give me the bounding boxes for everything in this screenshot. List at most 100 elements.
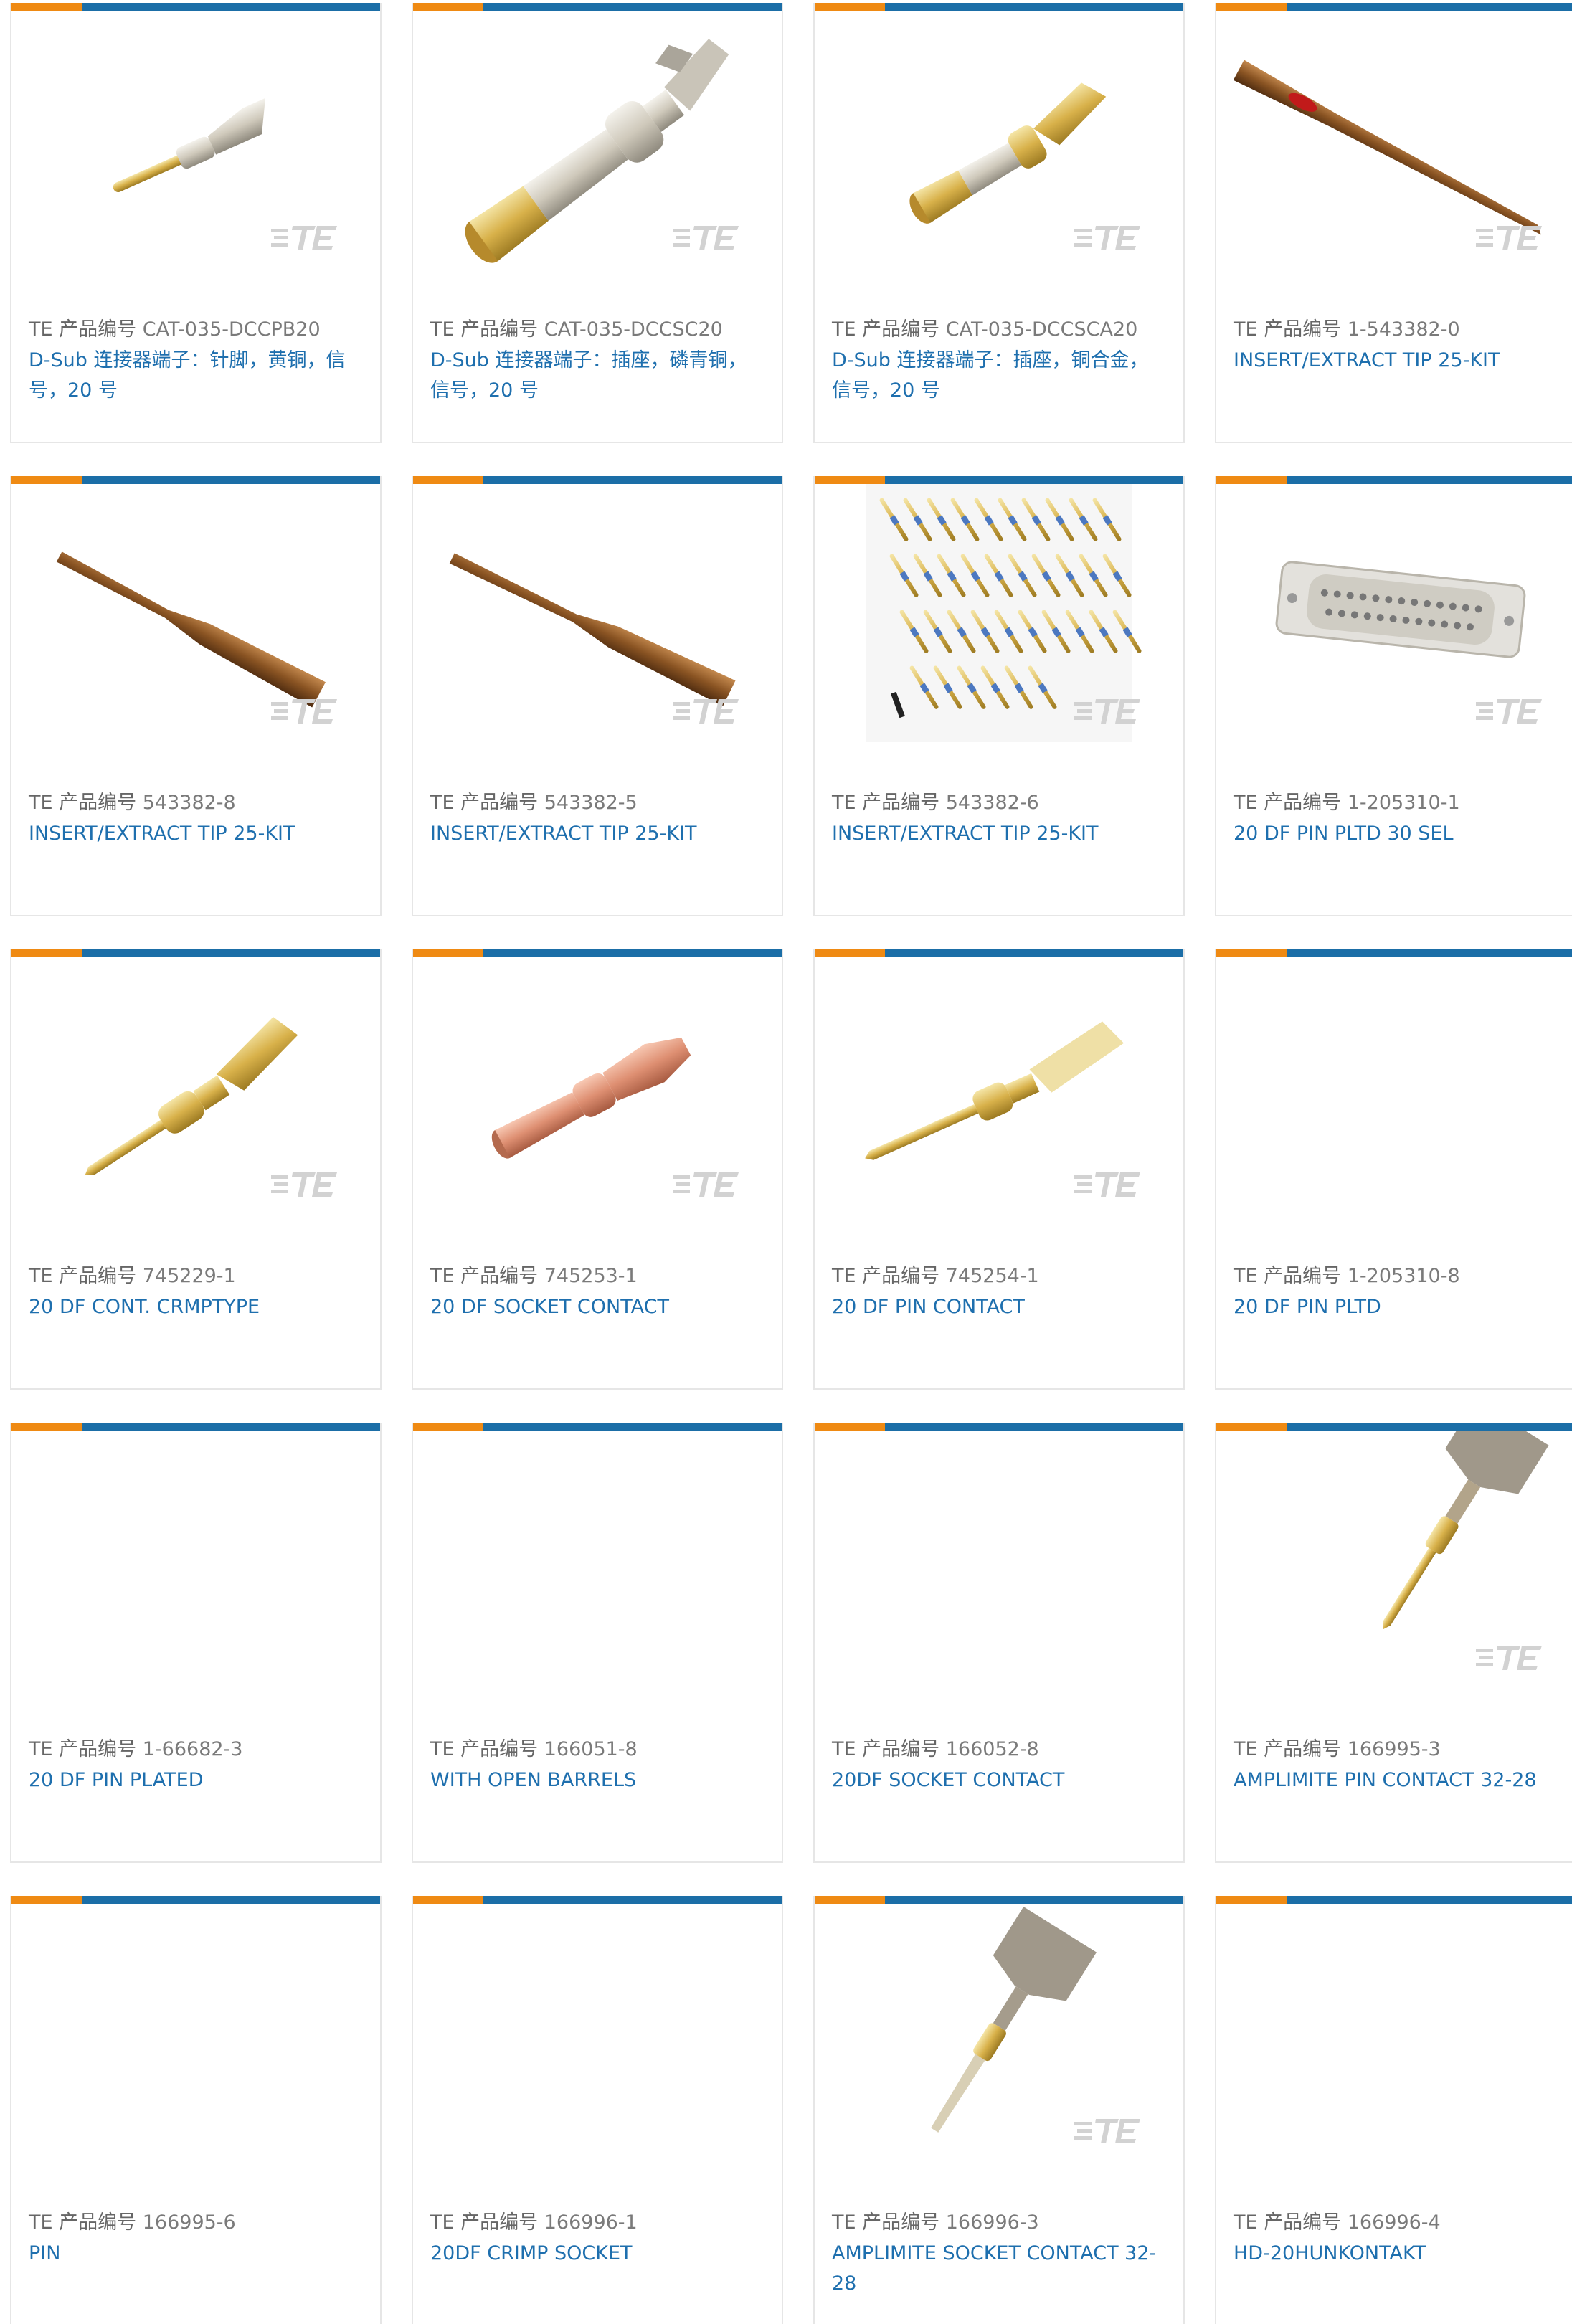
card-accent-orange bbox=[815, 476, 885, 484]
card-accent-bar bbox=[815, 3, 1183, 11]
part-number-line: TE 产品编号 166995-6 bbox=[29, 2209, 360, 2237]
product-description-link[interactable]: D-Sub 连接器端子：插座，铜合金，信号，20 号 bbox=[832, 346, 1163, 406]
product-image[interactable] bbox=[816, 1431, 1183, 1720]
product-card[interactable]: TE 产品编号 543382-8 INSERT/EXTRACT TIP 25-K… bbox=[10, 476, 382, 916]
part-number-line: TE 产品编号 745254-1 bbox=[832, 1262, 1163, 1291]
product-image[interactable] bbox=[1218, 1431, 1572, 1720]
product-card[interactable]: TE 产品编号 1-205310-1 20 DF PIN PLTD 30 SEL bbox=[1215, 476, 1572, 916]
product-image[interactable] bbox=[415, 1431, 782, 1720]
card-accent-bar bbox=[11, 3, 380, 11]
product-description-link[interactable]: INSERT/EXTRACT TIP 25-KIT bbox=[832, 819, 1163, 849]
part-number: 1-543382-0 bbox=[1347, 318, 1460, 341]
card-accent-orange bbox=[815, 1896, 885, 1904]
product-description-link[interactable]: 20 DF PIN CONTACT bbox=[832, 1292, 1163, 1322]
product-card[interactable]: TE 产品编号 543382-5 INSERT/EXTRACT TIP 25-K… bbox=[412, 476, 783, 916]
product-card[interactable]: TE 产品编号 166052-8 20DF SOCKET CONTACT bbox=[813, 1423, 1185, 1863]
product-card[interactable]: TE 产品编号 1-543382-0 INSERT/EXTRACT TIP 25… bbox=[1215, 3, 1572, 443]
card-accent-bar bbox=[413, 1423, 782, 1431]
product-card[interactable]: TE 产品编号 166996-1 20DF CRIMP SOCKET bbox=[412, 1896, 783, 2324]
card-accent-bar bbox=[11, 1896, 380, 1904]
product-card[interactable]: TE 产品编号 745254-1 20 DF PIN CONTACT bbox=[813, 949, 1185, 1390]
part-number: 745253-1 bbox=[544, 1265, 638, 1287]
product-image[interactable] bbox=[13, 957, 380, 1247]
part-number-line: TE 产品编号 1-205310-8 bbox=[1234, 1262, 1568, 1291]
product-card[interactable]: TE 产品编号 1-205310-8 20 DF PIN PLTD bbox=[1215, 949, 1572, 1390]
part-number: CAT-035-DCCSC20 bbox=[544, 318, 723, 341]
product-image[interactable] bbox=[816, 11, 1183, 300]
product-description-link[interactable]: INSERT/EXTRACT TIP 25-KIT bbox=[29, 819, 360, 849]
product-card[interactable]: TE 产品编号 543382-6 INSERT/EXTRACT TIP 25-K… bbox=[813, 476, 1185, 916]
product-description-link[interactable]: HD-20HUNKONTAKT bbox=[1234, 2239, 1568, 2269]
product-description-link[interactable]: AMPLIMITE PIN CONTACT 32-28 bbox=[1234, 1765, 1568, 1796]
card-accent-bar bbox=[815, 476, 1183, 484]
product-description-link[interactable]: 20DF CRIMP SOCKET bbox=[430, 2239, 762, 2269]
card-accent-bar bbox=[11, 1423, 380, 1431]
product-image[interactable] bbox=[816, 484, 1183, 774]
product-card[interactable]: TE 产品编号 166051-8 WITH OPEN BARRELS bbox=[412, 1423, 783, 1863]
product-image[interactable] bbox=[816, 957, 1183, 1247]
product-description-link[interactable]: AMPLIMITE SOCKET CONTACT 32-28 bbox=[832, 2239, 1163, 2299]
product-description-link[interactable]: D-Sub 连接器端子：插座，磷青铜，信号，20 号 bbox=[430, 346, 762, 406]
product-card[interactable]: TE 产品编号 CAT-035-DCCSC20 D-Sub 连接器端子：插座，磷… bbox=[412, 3, 783, 443]
card-accent-orange bbox=[1216, 3, 1287, 11]
card-accent-orange bbox=[815, 949, 885, 957]
part-number-label: TE 产品编号 bbox=[430, 792, 539, 814]
product-description-link[interactable]: 20 DF CONT. CRMPTYPE bbox=[29, 1292, 360, 1322]
product-description-link[interactable]: D-Sub 连接器端子：针脚，黄铜，信号，20 号 bbox=[29, 346, 360, 406]
product-image[interactable] bbox=[13, 1431, 380, 1720]
card-accent-orange bbox=[11, 949, 82, 957]
card-accent-bar bbox=[11, 949, 380, 957]
part-number-label: TE 产品编号 bbox=[832, 318, 940, 341]
part-number: 166995-3 bbox=[1347, 1738, 1441, 1760]
product-card[interactable]: TE 产品编号 1-66682-3 20 DF PIN PLATED bbox=[10, 1423, 382, 1863]
product-description-link[interactable]: 20 DF PIN PLTD bbox=[1234, 1292, 1568, 1322]
product-image[interactable] bbox=[415, 484, 782, 774]
product-description-link[interactable]: 20 DF PIN PLATED bbox=[29, 1765, 360, 1796]
product-image[interactable] bbox=[816, 1904, 1183, 2193]
product-card[interactable]: TE 产品编号 745253-1 20 DF SOCKET CONTACT bbox=[412, 949, 783, 1390]
part-number-line: TE 产品编号 1-205310-1 bbox=[1234, 789, 1568, 817]
product-image[interactable] bbox=[1218, 957, 1572, 1247]
product-description-link[interactable]: WITH OPEN BARRELS bbox=[430, 1765, 762, 1796]
part-number-label: TE 产品编号 bbox=[1234, 1265, 1342, 1287]
card-accent-orange bbox=[413, 476, 483, 484]
product-image[interactable] bbox=[13, 1904, 380, 2193]
product-image[interactable] bbox=[13, 484, 380, 774]
card-accent-orange bbox=[413, 949, 483, 957]
product-image[interactable] bbox=[415, 1904, 782, 2193]
product-card[interactable]: TE 产品编号 166996-4 HD-20HUNKONTAKT bbox=[1215, 1896, 1572, 2324]
card-accent-bar bbox=[815, 949, 1183, 957]
product-image[interactable] bbox=[1218, 1904, 1572, 2193]
card-accent-orange bbox=[1216, 949, 1287, 957]
product-description-link[interactable]: INSERT/EXTRACT TIP 25-KIT bbox=[1234, 346, 1568, 376]
product-image[interactable] bbox=[415, 957, 782, 1247]
product-card[interactable]: TE 产品编号 166995-3 AMPLIMITE PIN CONTACT 3… bbox=[1215, 1423, 1572, 1863]
product-card[interactable]: TE 产品编号 166995-6 PIN bbox=[10, 1896, 382, 2324]
card-meta: TE 产品编号 166996-4 HD-20HUNKONTAKT bbox=[1234, 2209, 1568, 2269]
product-card[interactable]: TE 产品编号 CAT-035-DCCPB20 D-Sub 连接器端子：针脚，黄… bbox=[10, 3, 382, 443]
product-description-link[interactable]: PIN bbox=[29, 2239, 360, 2269]
product-grid: TE 产品编号 CAT-035-DCCPB20 D-Sub 连接器端子：针脚，黄… bbox=[0, 0, 1572, 2324]
card-accent-orange bbox=[815, 3, 885, 11]
part-number-label: TE 产品编号 bbox=[29, 2211, 137, 2234]
product-card[interactable]: TE 产品编号 166996-3 AMPLIMITE SOCKET CONTAC… bbox=[813, 1896, 1185, 2324]
product-description-link[interactable]: 20 DF PIN PLTD 30 SEL bbox=[1234, 819, 1568, 849]
part-number-line: TE 产品编号 543382-8 bbox=[29, 789, 360, 817]
part-number-label: TE 产品编号 bbox=[430, 318, 539, 341]
product-card[interactable]: TE 产品编号 CAT-035-DCCSCA20 D-Sub 连接器端子：插座，… bbox=[813, 3, 1185, 443]
part-number-label: TE 产品编号 bbox=[832, 792, 940, 814]
product-image[interactable] bbox=[415, 11, 782, 300]
card-meta: TE 产品编号 166051-8 WITH OPEN BARRELS bbox=[430, 1735, 762, 1796]
card-accent-orange bbox=[1216, 1896, 1287, 1904]
part-number: 543382-5 bbox=[544, 792, 638, 814]
card-accent-orange bbox=[815, 1423, 885, 1431]
product-image[interactable] bbox=[1218, 484, 1572, 774]
product-image[interactable] bbox=[13, 11, 380, 300]
product-card[interactable]: TE 产品编号 745229-1 20 DF CONT. CRMPTYPE bbox=[10, 949, 382, 1390]
card-meta: TE 产品编号 166996-1 20DF CRIMP SOCKET bbox=[430, 2209, 762, 2269]
product-description-link[interactable]: 20 DF SOCKET CONTACT bbox=[430, 1292, 762, 1322]
product-description-link[interactable]: INSERT/EXTRACT TIP 25-KIT bbox=[430, 819, 762, 849]
product-image[interactable] bbox=[1218, 11, 1572, 300]
product-description-link[interactable]: 20DF SOCKET CONTACT bbox=[832, 1765, 1163, 1796]
part-number: 1-66682-3 bbox=[142, 1738, 243, 1760]
